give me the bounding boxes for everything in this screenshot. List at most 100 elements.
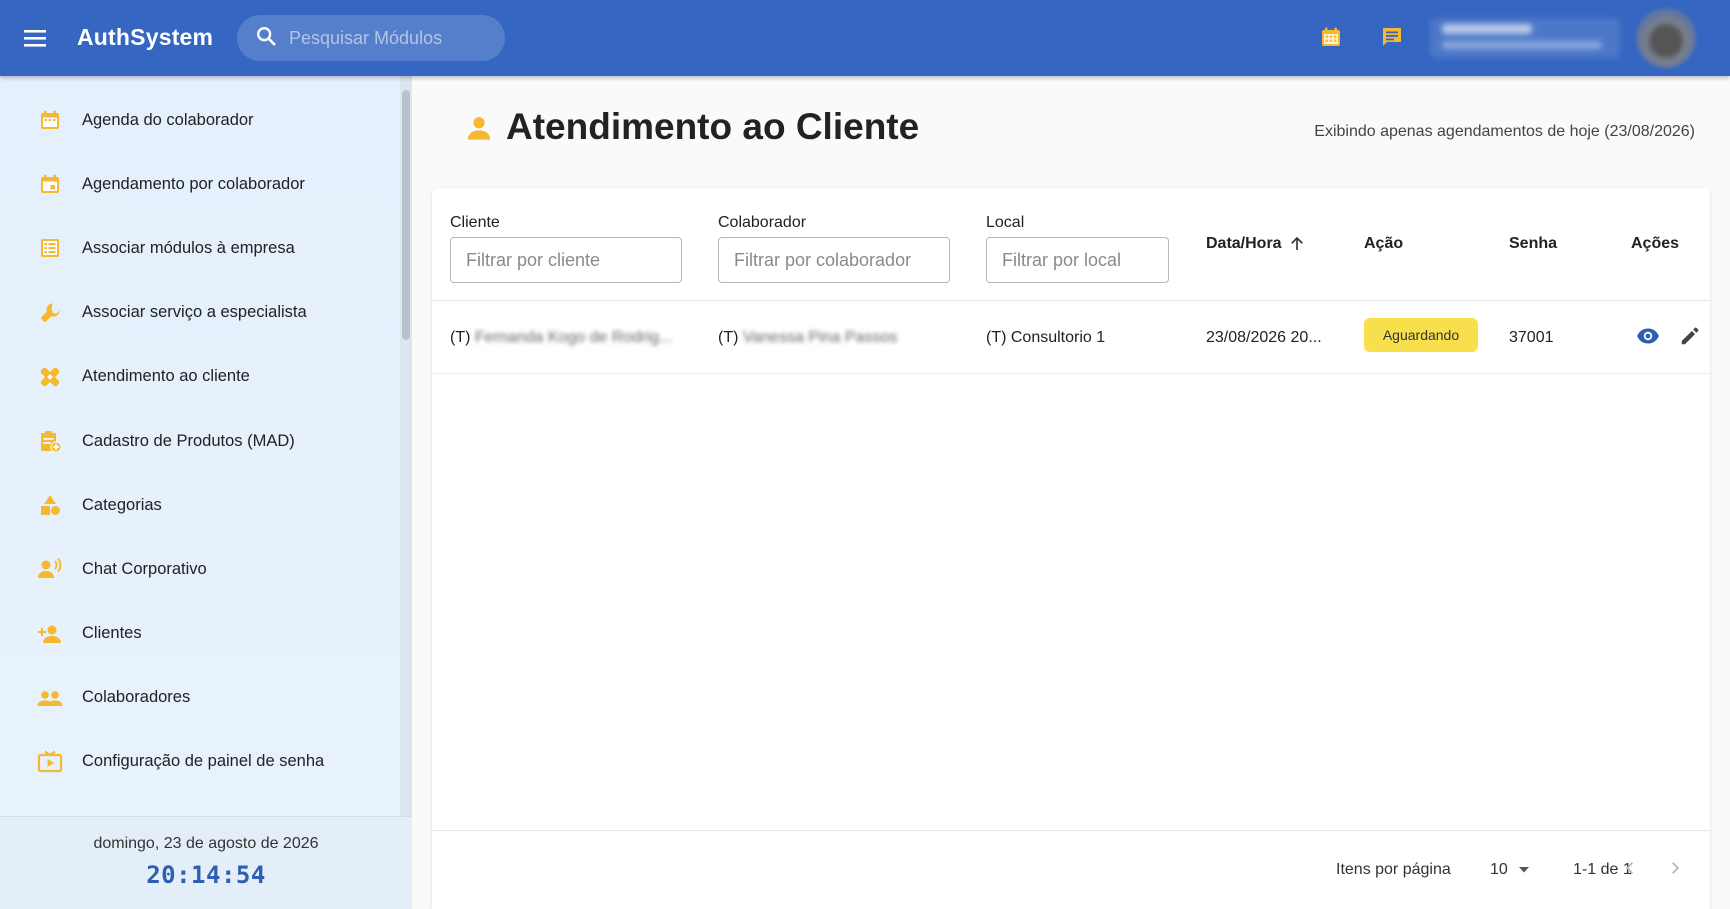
- sidebar-scrollbar[interactable]: [402, 90, 410, 340]
- current-time: 20:14:54: [146, 861, 266, 889]
- sidebar-item-label: Chat Corporativo: [82, 559, 207, 578]
- healing-icon: [37, 364, 63, 390]
- column-label: Data/Hora: [1206, 235, 1282, 252]
- sidebar-item-label: Configuração de painel de senha: [82, 752, 325, 771]
- sidebar-item-label: Associar serviço a especialista: [82, 303, 307, 322]
- cell-datahora: 23/08/2026 20...: [1206, 329, 1322, 346]
- view-button[interactable]: [1635, 325, 1661, 351]
- cell-local: (T) Consultorio 1: [986, 329, 1106, 346]
- sidebar-item-label: Colaboradores: [82, 688, 191, 707]
- cell-cliente: (T) Fernanda Kogo de Rodrig...: [450, 329, 672, 347]
- pencil-icon: [1679, 325, 1701, 352]
- chat-icon: [1380, 25, 1404, 54]
- filter-colaborador-input[interactable]: [718, 237, 950, 283]
- column-acao: Ação: [1364, 235, 1404, 252]
- edit-button[interactable]: [1677, 325, 1703, 351]
- person-add-icon: [37, 621, 63, 647]
- column-label: Cliente: [450, 214, 500, 231]
- search-icon: [255, 25, 277, 52]
- filter-cliente-input[interactable]: [450, 237, 682, 283]
- clipboard-add-icon: [37, 428, 63, 454]
- app-title: AuthSystem: [77, 24, 214, 50]
- user-name: [1442, 24, 1532, 34]
- dropdown-arrow-icon: [1518, 861, 1530, 879]
- sidebar-item-label: Atendimento ao cliente: [82, 367, 250, 386]
- column-label: Local: [986, 214, 1025, 231]
- voice-chat-icon: [37, 556, 63, 582]
- column-label: Colaborador: [718, 214, 807, 231]
- sidebar-item-associar-modulos[interactable]: Associar módulos à empresa: [0, 216, 400, 280]
- app-window: AuthSystem Pesquisar Módulos Agenda do c…: [0, 0, 1730, 909]
- column-senha: Senha: [1509, 235, 1558, 252]
- main-content: Atendimento ao Cliente Exibindo apenas a…: [412, 76, 1730, 909]
- sidebar-item-colaboradores[interactable]: Colaboradores: [0, 666, 400, 730]
- sidebar-item-config-painel-senha[interactable]: Configuração de painel de senha: [0, 730, 400, 794]
- sidebar-clock: domingo, 23 de agosto de 2026 20:14:54: [0, 816, 412, 909]
- sidebar-item-atendimento[interactable]: Atendimento ao cliente: [0, 345, 400, 409]
- sidebar: Agenda do colaborador Agendamento por co…: [0, 76, 412, 909]
- page-header: Atendimento ao Cliente Exibindo apenas a…: [412, 76, 1730, 186]
- page-size-select[interactable]: 10: [1490, 861, 1530, 879]
- status-badge: Aguardando: [1364, 318, 1478, 352]
- column-cliente: Cliente: [450, 214, 682, 283]
- chevron-left-icon: [1623, 861, 1637, 880]
- test-prefix: (T): [718, 329, 739, 346]
- avatar[interactable]: [1636, 8, 1696, 68]
- tv-play-icon: [37, 749, 63, 775]
- sidebar-item-chat-corporativo[interactable]: Chat Corporativo: [0, 537, 400, 601]
- category-icon: [37, 492, 63, 518]
- current-date: domingo, 23 de agosto de 2026: [93, 835, 319, 852]
- appointments-table: Cliente Colaborador Local Data/Hora: [432, 188, 1710, 909]
- today-filter-note: Exibindo apenas agendamentos de hoje (23…: [1314, 123, 1695, 140]
- sidebar-item-label: Cadastro de Produtos (MAD): [82, 431, 295, 450]
- list-alt-icon: [37, 235, 63, 261]
- test-prefix: (T): [450, 329, 471, 346]
- items-per-page-label: Itens por página: [1336, 861, 1451, 878]
- sidebar-item-associar-servico[interactable]: Associar serviço a especialista: [0, 281, 400, 345]
- search-input[interactable]: [289, 27, 489, 49]
- column-acoes: Ações: [1631, 235, 1680, 252]
- sidebar-item-agendamento[interactable]: Agendamento por colaborador: [0, 152, 400, 216]
- calendar-icon: [37, 107, 63, 133]
- previous-page-button[interactable]: [1617, 857, 1643, 883]
- sidebar-item-cadastro-produtos[interactable]: Cadastro de Produtos (MAD): [0, 409, 400, 473]
- table-row[interactable]: (T) Fernanda Kogo de Rodrig... (T) Vanes…: [432, 301, 1710, 374]
- table-header: Cliente Colaborador Local Data/Hora: [432, 188, 1710, 301]
- column-local: Local: [986, 214, 1169, 283]
- sidebar-item-label: Categorias: [82, 495, 162, 514]
- column-datahora-sort[interactable]: Data/Hora: [1206, 235, 1306, 253]
- calendar-button[interactable]: [1316, 24, 1346, 54]
- wrench-icon: [37, 300, 63, 326]
- next-page-button[interactable]: [1662, 857, 1688, 883]
- person-icon: [465, 114, 495, 144]
- sidebar-item-label: Agendamento por colaborador: [82, 174, 305, 193]
- chat-button[interactable]: [1377, 24, 1407, 54]
- menu-icon[interactable]: [22, 24, 50, 52]
- user-info[interactable]: [1430, 18, 1620, 58]
- filter-local-input[interactable]: [986, 237, 1169, 283]
- arrow-up-icon: [1288, 235, 1306, 253]
- page-title: Atendimento ao Cliente: [506, 106, 920, 147]
- collaborator-name: Vanessa Pina Passos: [742, 329, 898, 346]
- user-email: [1442, 41, 1602, 49]
- event-icon: [37, 171, 63, 197]
- module-search[interactable]: [237, 15, 505, 61]
- sidebar-item-label: Clientes: [82, 624, 142, 643]
- group-icon: [37, 685, 63, 711]
- column-colaborador: Colaborador: [718, 214, 950, 283]
- sidebar-item-agenda-colaborador[interactable]: Agenda do colaborador: [0, 88, 400, 152]
- client-name: Fernanda Kogo de Rodrig...: [474, 329, 673, 346]
- eye-icon: [1636, 324, 1660, 353]
- calendar-icon: [1319, 25, 1343, 54]
- page-size-value: 10: [1490, 861, 1508, 878]
- sidebar-nav: Agenda do colaborador Agendamento por co…: [0, 88, 400, 794]
- cell-senha: 37001: [1509, 329, 1554, 346]
- sidebar-item-categorias[interactable]: Categorias: [0, 473, 400, 537]
- paginator: Itens por página 10 1-1 de 1: [432, 830, 1710, 909]
- sidebar-item-clientes[interactable]: Clientes: [0, 602, 400, 666]
- sidebar-item-label: Associar módulos à empresa: [82, 238, 295, 257]
- sidebar-item-label: Agenda do colaborador: [82, 110, 254, 129]
- top-app-bar: AuthSystem: [0, 0, 1730, 76]
- cell-colaborador: (T) Vanessa Pina Passos: [718, 329, 897, 347]
- chevron-right-icon: [1668, 861, 1682, 880]
